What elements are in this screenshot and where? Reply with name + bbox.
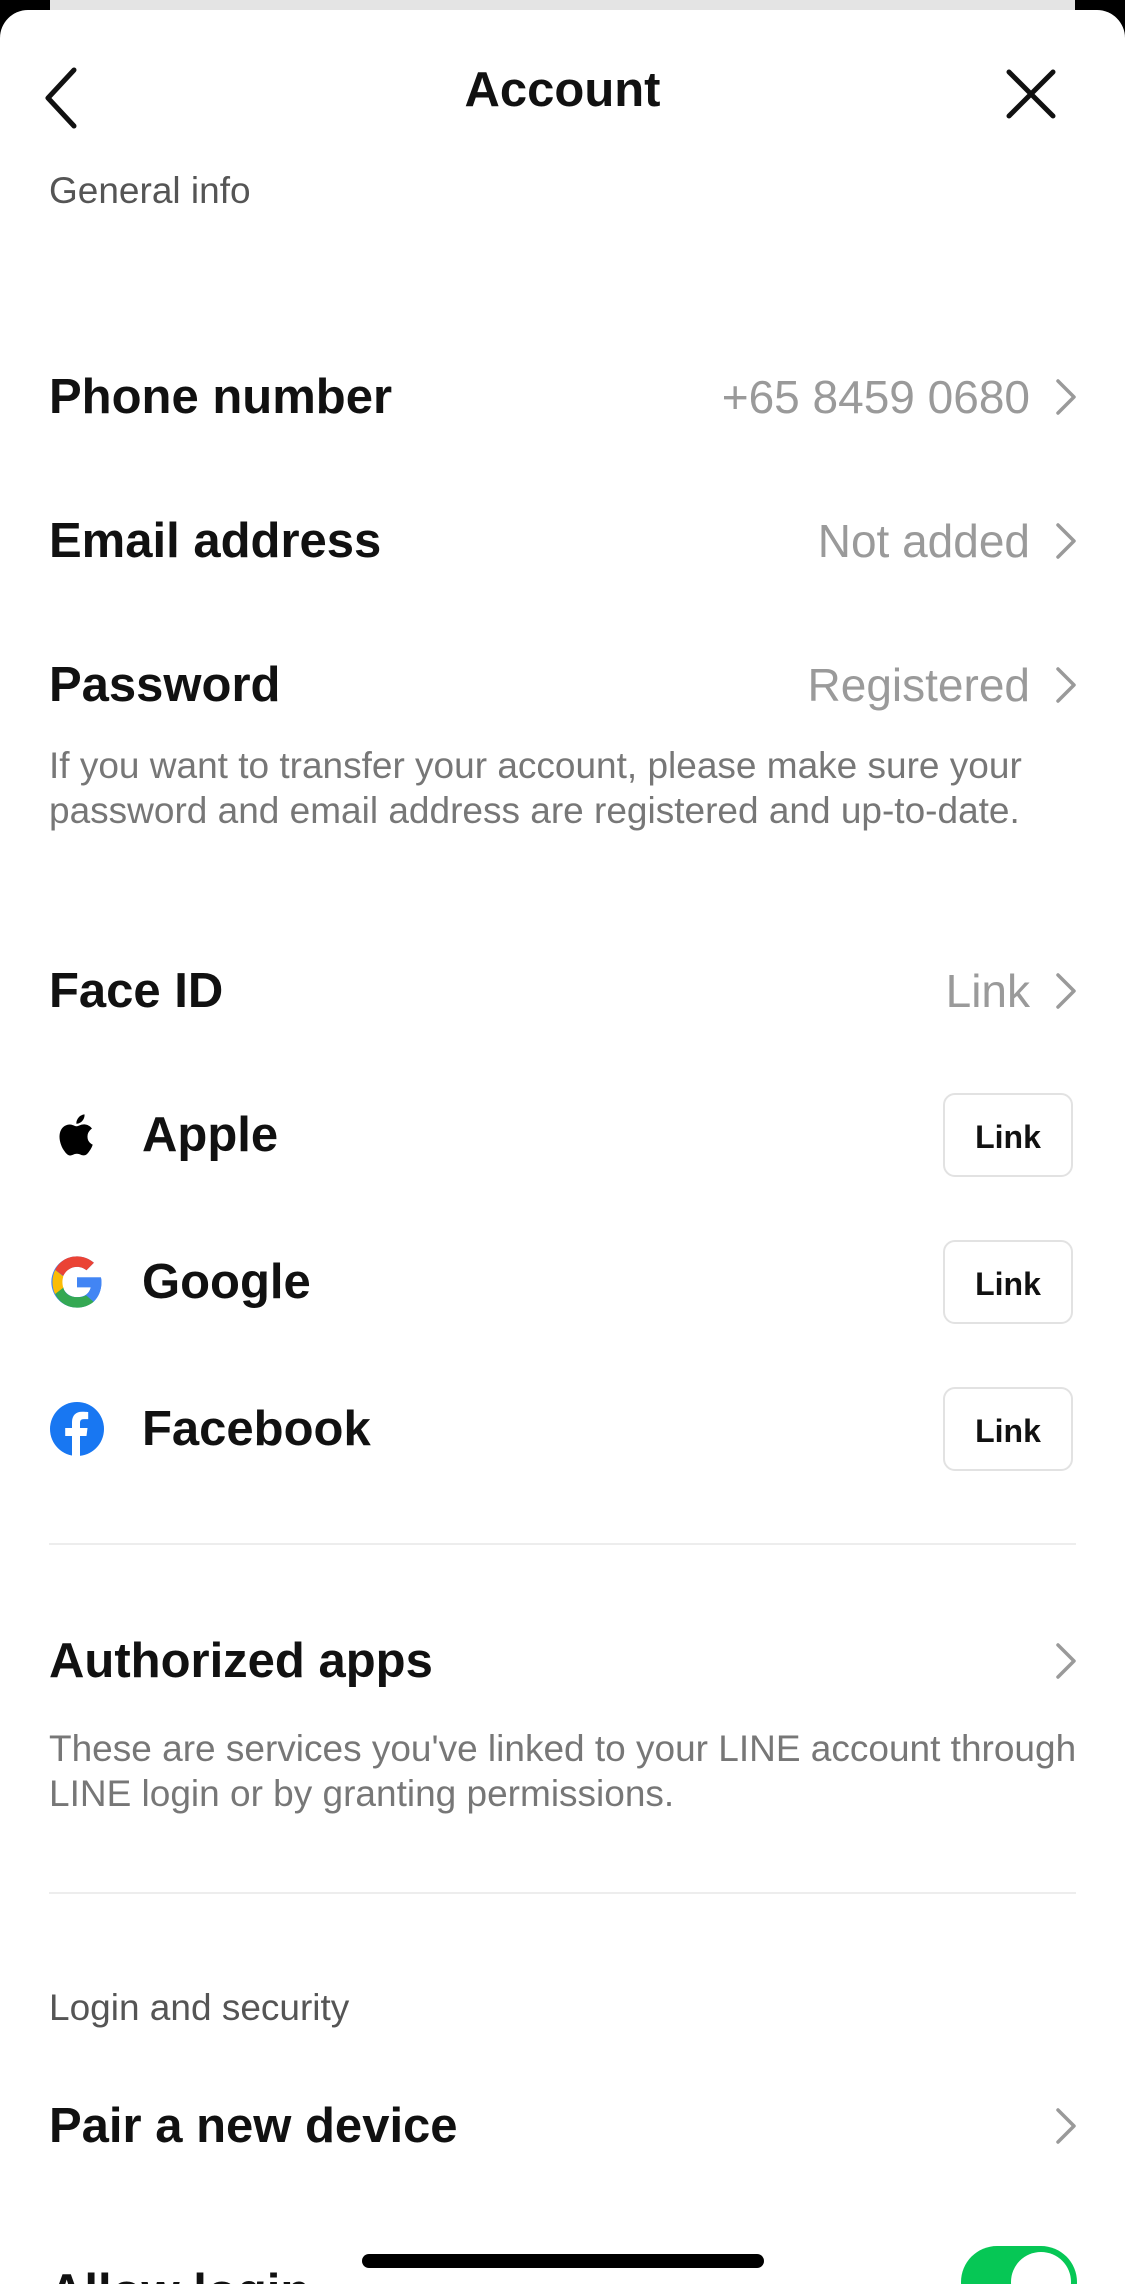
password-value: Registered: [807, 659, 1030, 711]
authorized-apps-label: Authorized apps: [49, 1634, 433, 1688]
allow-login-row: Allow login: [0, 2222, 1125, 2284]
email-address-row[interactable]: Email address Not added: [0, 481, 1125, 601]
email-address-value: Not added: [817, 515, 1030, 567]
apple-link-button[interactable]: Link: [943, 1093, 1073, 1177]
face-id-row[interactable]: Face ID Link: [0, 931, 1125, 1051]
google-account-row: Google Link: [0, 1222, 1125, 1342]
chevron-right-icon: [1056, 2108, 1076, 2144]
chevron-right-icon: [1056, 667, 1076, 703]
toggle-knob: [1011, 2252, 1071, 2284]
page-title: Account: [464, 63, 661, 117]
apple-label: Apple: [142, 1108, 279, 1162]
facebook-icon: [50, 1402, 104, 1457]
pair-new-device-row[interactable]: Pair a new device: [0, 2066, 1125, 2186]
pair-new-device-label: Pair a new device: [49, 2099, 458, 2153]
chevron-right-icon: [1056, 973, 1076, 1009]
chevron-right-icon: [1056, 379, 1076, 415]
phone-number-row[interactable]: Phone number +65 8459 0680: [0, 337, 1125, 457]
divider: [49, 1543, 1076, 1545]
password-row[interactable]: Password Registered: [0, 625, 1125, 745]
authorized-apps-row[interactable]: Authorized apps: [0, 1601, 1125, 1721]
google-label: Google: [142, 1255, 311, 1309]
section-label-general-info: General info: [49, 170, 251, 211]
password-description: If you want to transfer your account, pl…: [49, 745, 1022, 831]
google-link-button[interactable]: Link: [943, 1240, 1073, 1324]
chevron-right-icon: [1056, 523, 1076, 559]
allow-login-label: Allow login: [49, 2264, 310, 2284]
apple-icon: [59, 1114, 93, 1156]
divider: [49, 1892, 1076, 1894]
email-address-label: Email address: [49, 514, 382, 568]
close-button[interactable]: [1005, 68, 1075, 138]
password-label: Password: [49, 658, 281, 712]
apple-account-row: Apple Link: [0, 1075, 1125, 1195]
facebook-account-row: Facebook Link: [0, 1369, 1125, 1489]
face-id-value: Link: [945, 965, 1030, 1017]
navigation-bar: Account: [0, 10, 1125, 180]
phone-number-label: Phone number: [49, 370, 393, 424]
authorized-apps-description: These are services you've linked to your…: [49, 1728, 1077, 1814]
section-label-login-security: Login and security: [49, 1987, 350, 2028]
home-indicator: [362, 2254, 764, 2268]
account-sheet: Account General info Phone number +65 84…: [0, 10, 1125, 2284]
google-icon: [51, 1256, 102, 1308]
chevron-right-icon: [1056, 1643, 1076, 1679]
facebook-label: Facebook: [142, 1402, 371, 1456]
allow-login-toggle[interactable]: [961, 2246, 1077, 2284]
phone-number-value: +65 8459 0680: [721, 371, 1030, 423]
close-icon: [1006, 69, 1056, 119]
face-id-label: Face ID: [49, 964, 224, 1018]
facebook-link-button[interactable]: Link: [943, 1387, 1073, 1471]
